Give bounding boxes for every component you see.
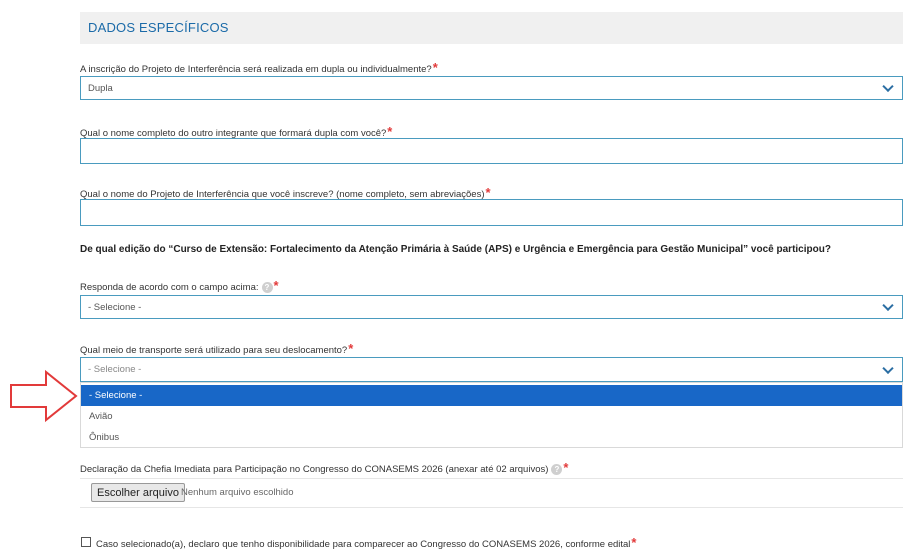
chevron-down-icon	[882, 80, 894, 93]
help-icon[interactable]: ?	[261, 281, 273, 293]
transporte-option-aviao[interactable]: Avião	[81, 406, 902, 427]
responda-value: - Selecione -	[88, 302, 142, 313]
declaracao-label: Declaração da Chefia Imediata para Parti…	[80, 460, 568, 475]
chevron-down-icon	[882, 362, 894, 374]
disponibilidade-label-text: Caso selecionado(a), declaro que tenho d…	[96, 539, 631, 550]
nome-projeto-label: Qual o nome do Projeto de Interferência …	[80, 185, 491, 200]
nome-projeto-input[interactable]	[80, 199, 903, 226]
required-mark: *	[631, 535, 637, 550]
required-mark: *	[563, 460, 569, 475]
responda-label-text: Responda de acordo com o campo acima:	[80, 282, 259, 293]
responda-label: Responda de acordo com o campo acima:? *	[80, 278, 279, 293]
edicao-heading: De qual edição do “Curso de Extensão: Fo…	[80, 244, 831, 255]
chevron-down-icon	[882, 299, 894, 312]
nome-integrante-label: Qual o nome completo do outro integrante…	[80, 124, 392, 139]
inscricao-value: Dupla	[88, 83, 113, 94]
inscricao-select[interactable]: Dupla	[80, 76, 903, 100]
transporte-select[interactable]: - Selecione -	[80, 357, 903, 382]
transporte-option-selecione[interactable]: - Selecione -	[81, 385, 902, 406]
required-mark: *	[485, 185, 491, 200]
declaracao-label-text: Declaração da Chefia Imediata para Parti…	[80, 464, 549, 475]
transporte-value: - Selecione -	[88, 364, 142, 375]
section-title: DADOS ESPECÍFICOS	[88, 20, 229, 35]
required-mark: *	[348, 341, 354, 356]
inscricao-label-text: A inscrição do Projeto de Interferência …	[80, 64, 432, 75]
inscricao-label: A inscrição do Projeto de Interferência …	[80, 60, 438, 75]
disponibilidade-checkbox[interactable]	[81, 537, 91, 547]
arrow-right-icon	[10, 369, 78, 423]
required-mark: *	[387, 124, 393, 139]
required-mark: *	[432, 60, 438, 75]
transporte-option-onibus[interactable]: Ônibus	[81, 427, 902, 448]
required-mark: *	[273, 278, 279, 293]
section-header: DADOS ESPECÍFICOS	[80, 12, 903, 44]
nome-integrante-input[interactable]	[80, 138, 903, 164]
file-status: Nenhum arquivo escolhido	[181, 487, 294, 498]
choose-file-button[interactable]: Escolher arquivo	[91, 483, 185, 502]
transporte-label-text: Qual meio de transporte será utilizado p…	[80, 345, 348, 356]
disponibilidade-label: Caso selecionado(a), declaro que tenho d…	[96, 535, 636, 550]
transporte-dropdown: - Selecione - Avião Ônibus	[80, 382, 903, 448]
responda-select[interactable]: - Selecione -	[80, 295, 903, 319]
transporte-label: Qual meio de transporte será utilizado p…	[80, 341, 353, 356]
help-icon[interactable]: ?	[551, 463, 563, 475]
